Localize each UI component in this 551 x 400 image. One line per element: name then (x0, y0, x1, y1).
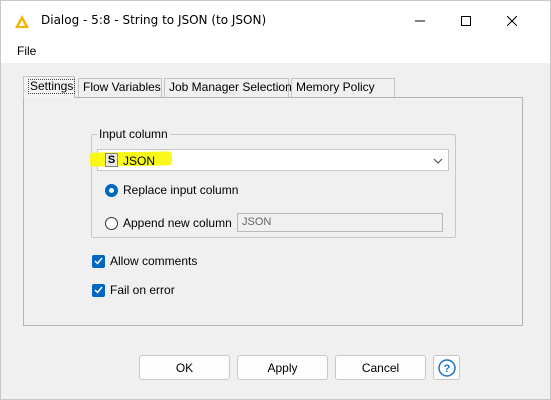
settings-panel: Input column S JSON Replace input column… (23, 97, 523, 326)
fail-on-error-label: Fail on error (110, 283, 175, 297)
string-type-icon: S (105, 153, 118, 167)
knime-warning-triangle-icon (15, 15, 29, 28)
checkmark-icon (94, 257, 103, 265)
minimize-icon (415, 20, 425, 22)
replace-input-column-label: Replace input column (123, 183, 239, 197)
append-new-column-option[interactable]: Append new column (105, 215, 232, 231)
close-icon (507, 16, 517, 26)
chevron-down-icon[interactable] (433, 155, 443, 169)
help-icon: ? (437, 358, 456, 377)
tab-job-manager-selection[interactable]: Job Manager Selection (164, 78, 292, 97)
cancel-button[interactable]: Cancel (335, 355, 426, 380)
tab-settings[interactable]: Settings (23, 76, 76, 98)
replace-input-column-radio[interactable] (105, 183, 118, 197)
help-button[interactable]: ? (433, 355, 460, 380)
tab-memory-policy[interactable]: Memory Policy (291, 78, 395, 97)
replace-input-column-option[interactable]: Replace input column (105, 182, 238, 198)
dialog-window: Dialog - 5:8 - String to JSON (to JSON) … (0, 0, 551, 400)
apply-button[interactable]: Apply (237, 355, 328, 380)
ok-button[interactable]: OK (139, 355, 230, 380)
input-column-value: JSON (123, 154, 156, 168)
fail-on-error-checkbox[interactable] (92, 283, 105, 297)
menu-file[interactable]: File (17, 44, 36, 58)
title-bar[interactable]: Dialog - 5:8 - String to JSON (to JSON) (1, 1, 550, 41)
input-column-legend: Input column (97, 127, 170, 141)
tab-flow-variables[interactable]: Flow Variables (78, 78, 162, 97)
tab-flow-variables-label: Flow Variables (83, 80, 161, 94)
append-new-column-radio[interactable] (105, 216, 118, 230)
maximize-icon (461, 16, 471, 26)
tab-memory-policy-label: Memory Policy (296, 80, 375, 94)
append-new-column-label: Append new column (123, 216, 232, 230)
input-column-group: Input column S JSON Replace input column… (89, 127, 456, 238)
checkmark-icon (94, 286, 103, 294)
input-column-dropdown[interactable]: S JSON (89, 149, 449, 171)
allow-comments-label: Allow comments (110, 254, 198, 268)
window-title: Dialog - 5:8 - String to JSON (to JSON) (41, 13, 267, 27)
allow-comments-option[interactable]: Allow comments (92, 253, 197, 269)
tab-job-manager-selection-label: Job Manager Selection (169, 80, 292, 94)
menu-bar: File (1, 41, 550, 63)
new-column-name-input[interactable]: JSON (237, 213, 443, 232)
minimize-button[interactable] (397, 1, 443, 41)
allow-comments-checkbox[interactable] (92, 254, 105, 268)
close-button[interactable] (489, 1, 535, 41)
tab-settings-label: Settings (28, 79, 76, 94)
maximize-button[interactable] (443, 1, 489, 41)
fail-on-error-option[interactable]: Fail on error (92, 282, 175, 298)
help-glyph: ? (443, 363, 450, 375)
